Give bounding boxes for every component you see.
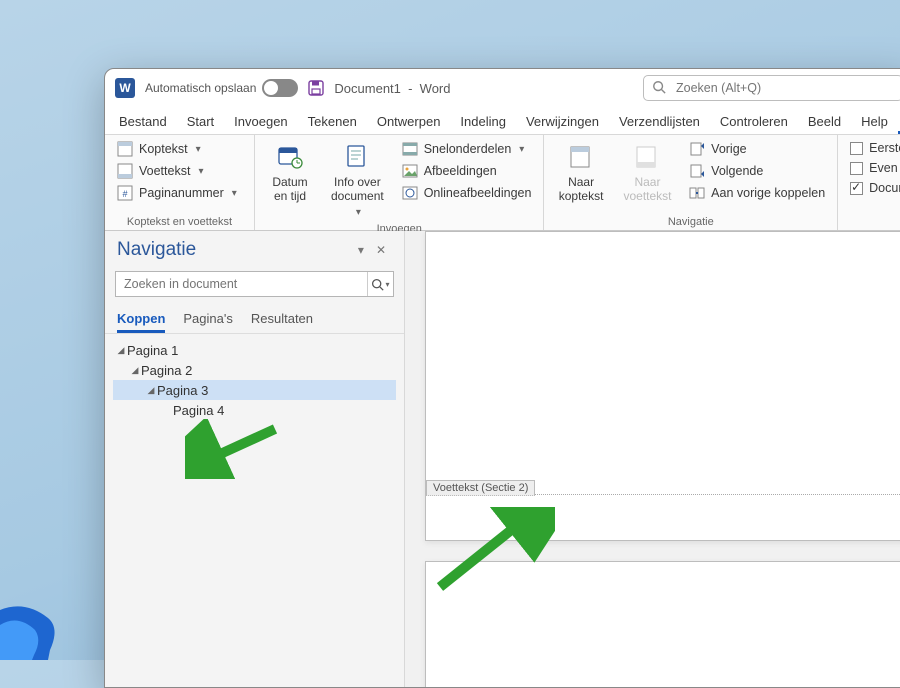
navigation-search[interactable]: ▾: [115, 271, 394, 297]
chevron-down-icon: ▾: [356, 207, 361, 218]
tab-verzendlijsten[interactable]: Verzendlijsten: [609, 108, 710, 134]
pane-options-button[interactable]: ▾: [352, 241, 370, 259]
group-invoegen: Datum en tijd Info over document ▾ Snelo…: [255, 135, 544, 230]
calendar-clock-icon: [276, 143, 304, 171]
pane-close-button[interactable]: ✕: [370, 241, 392, 259]
save-icon[interactable]: [308, 80, 324, 96]
document-title: Document1 - Word: [334, 81, 450, 96]
nav-tab-paginas[interactable]: Pagina's: [183, 305, 232, 333]
next-icon: [689, 163, 705, 179]
previous-icon: [689, 141, 705, 157]
nav-tab-resultaten[interactable]: Resultaten: [251, 305, 313, 333]
word-app-icon: W: [115, 78, 135, 98]
collapse-icon[interactable]: ◢: [129, 365, 141, 376]
checkbox-checked-icon: [850, 182, 863, 195]
voettekst-button[interactable]: Voettekst▾: [113, 161, 241, 181]
info-document-button[interactable]: Info over document ▾: [325, 139, 390, 223]
document-info-icon: [343, 143, 371, 171]
ribbon-tabs: Bestand Start Invoegen Tekenen Ontwerpen…: [105, 107, 900, 135]
checkbox-icon: [850, 142, 863, 155]
quickparts-icon: [402, 141, 418, 157]
page-lower: [425, 561, 900, 687]
snelonderdelen-button[interactable]: Snelonderdelen▾: [398, 139, 536, 159]
navigation-tabs: Koppen Pagina's Resultaten: [105, 305, 404, 334]
group-koptekst-voettekst: Koptekst▾ Voettekst▾ # Paginanummer▾ Kop…: [105, 135, 255, 230]
paginanummer-button[interactable]: # Paginanummer▾: [113, 183, 241, 203]
group-navigatie: Naar koptekst Naar voettekst Vorige Volg…: [544, 135, 838, 230]
tab-tekenen[interactable]: Tekenen: [298, 108, 367, 134]
collapse-icon[interactable]: ◢: [115, 345, 127, 356]
footer-icon: [117, 163, 133, 179]
tree-item-pagina4[interactable]: Pagina 4: [113, 400, 396, 420]
naar-koptekst-button[interactable]: Naar koptekst: [552, 139, 609, 208]
toggle-switch-icon[interactable]: [262, 79, 298, 97]
page-upper: Voettekst (Sectie 2) 1: [425, 231, 900, 541]
chevron-down-icon: ▾: [232, 188, 237, 199]
tab-beeld[interactable]: Beeld: [798, 108, 851, 134]
navigation-title: Navigatie: [117, 239, 352, 261]
even-oneven-checkbox[interactable]: Even en oneven pagina's versc: [846, 159, 900, 177]
group-label: Opties: [846, 216, 900, 230]
online-pictures-icon: [402, 185, 418, 201]
footer-page-number[interactable]: 1: [524, 510, 535, 526]
headings-tree: ◢ Pagina 1 ◢ Pagina 2 ◢ Pagina 3 Pagina …: [105, 334, 404, 426]
chevron-down-icon: ▾: [519, 144, 524, 155]
work-area: Navigatie ▾ ✕ ▾ Koppen Pagina's Resultat…: [105, 231, 900, 687]
tab-verwijzingen[interactable]: Verwijzingen: [516, 108, 609, 134]
chevron-down-icon: ▾: [198, 166, 203, 177]
tree-item-pagina1[interactable]: ◢ Pagina 1: [113, 340, 396, 360]
tab-bestand[interactable]: Bestand: [109, 108, 177, 134]
header-icon: [117, 141, 133, 157]
collapse-icon[interactable]: ◢: [145, 385, 157, 396]
autosave-toggle[interactable]: Automatisch opslaan: [145, 79, 298, 97]
volgende-button[interactable]: Volgende: [685, 161, 829, 181]
desktop-taskbar-peek: [0, 600, 80, 660]
naar-voettekst-button: Naar voettekst: [618, 139, 677, 208]
aan-vorige-koppelen-button[interactable]: Aan vorige koppelen: [685, 183, 829, 203]
chevron-down-icon: ▾: [196, 144, 201, 155]
autosave-label: Automatisch opslaan: [145, 81, 256, 95]
tab-start[interactable]: Start: [177, 108, 224, 134]
tab-indeling[interactable]: Indeling: [450, 108, 516, 134]
footer-section-tag: Voettekst (Sectie 2): [426, 480, 535, 496]
tab-invoegen[interactable]: Invoegen: [224, 108, 298, 134]
tab-controleren[interactable]: Controleren: [710, 108, 798, 134]
datum-tijd-button[interactable]: Datum en tijd: [263, 139, 317, 208]
goto-footer-icon: [633, 143, 661, 171]
onlineafbeeldingen-button[interactable]: Onlineafbeeldingen: [398, 183, 536, 203]
tab-help[interactable]: Help: [851, 108, 898, 134]
chevron-down-icon: ▾: [385, 280, 389, 289]
eerste-pagina-checkbox[interactable]: Eerste pagina afwijkend: [846, 139, 900, 157]
afbeeldingen-button[interactable]: Afbeeldingen: [398, 161, 536, 181]
search-submit-button[interactable]: ▾: [367, 272, 393, 296]
link-previous-icon: [689, 185, 705, 201]
tree-item-pagina3[interactable]: ◢ Pagina 3: [113, 380, 396, 400]
search-box[interactable]: [643, 75, 900, 101]
title-bar: W Automatisch opslaan Document1 - Word: [105, 69, 900, 107]
group-opties: Eerste pagina afwijkend Even en oneven p…: [838, 135, 900, 230]
goto-header-icon: [567, 143, 595, 171]
search-icon: [652, 80, 666, 97]
group-label: Navigatie: [552, 216, 829, 230]
word-window: W Automatisch opslaan Document1 - Word B…: [104, 68, 900, 688]
svg-text:#: #: [122, 189, 127, 199]
navigation-search-input[interactable]: [116, 277, 367, 291]
checkbox-icon: [850, 162, 863, 175]
pictures-icon: [402, 163, 418, 179]
nav-tab-koppen[interactable]: Koppen: [117, 305, 165, 333]
pagenumber-icon: #: [117, 185, 133, 201]
group-label: Koptekst en voettekst: [113, 216, 246, 230]
search-input[interactable]: [674, 80, 894, 96]
vorige-button[interactable]: Vorige: [685, 139, 829, 159]
documenttekst-checkbox[interactable]: Documenttekst weergeven: [846, 179, 900, 197]
navigation-pane: Navigatie ▾ ✕ ▾ Koppen Pagina's Resultat…: [105, 231, 405, 687]
koptekst-button[interactable]: Koptekst▾: [113, 139, 241, 159]
tab-ontwerpen[interactable]: Ontwerpen: [367, 108, 451, 134]
ribbon: Koptekst▾ Voettekst▾ # Paginanummer▾ Kop…: [105, 135, 900, 231]
tree-item-pagina2[interactable]: ◢ Pagina 2: [113, 360, 396, 380]
document-area[interactable]: Voettekst (Sectie 2) 1: [405, 231, 900, 687]
